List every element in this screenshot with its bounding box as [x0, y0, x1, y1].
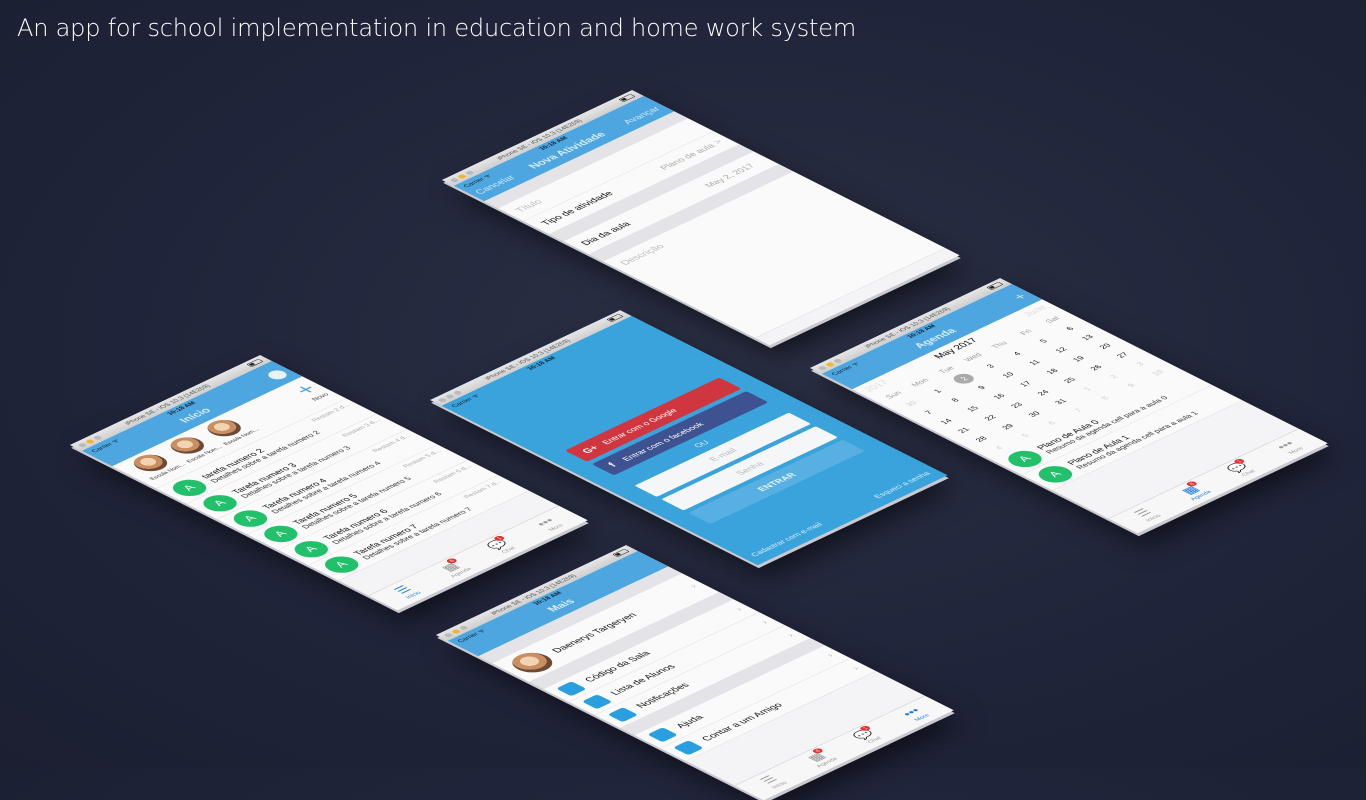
day-number: 21 — [955, 426, 972, 435]
day-number: 16 — [991, 392, 1008, 401]
day-number: 6 — [1045, 419, 1058, 426]
title-placeholder: Título — [512, 198, 546, 214]
day-number: 20 — [1096, 342, 1114, 351]
day-number: 30 — [902, 399, 920, 408]
day-number: 26 — [1087, 363, 1105, 372]
more-icon: ••• — [899, 706, 925, 719]
day-number: 29 — [999, 422, 1016, 431]
day-number: 18 — [1043, 367, 1061, 376]
day-number: 13 — [1079, 333, 1096, 342]
new-button[interactable]: + Novo — [287, 380, 338, 405]
day-number: 30 — [1026, 410, 1043, 418]
screen-nova-atividade: iPhone SE - iOS 10.3 (14E269) Carrier ᯤ1… — [442, 90, 960, 346]
signup-email-link[interactable]: Cadastrar com e-mail — [748, 521, 824, 557]
list-icon: ☰ — [757, 774, 781, 786]
screen-mais: iPhone SE - iOS 10.3 (14E269) Carrier ᯤ1… — [436, 545, 954, 800]
day-number: 3 — [984, 363, 997, 370]
chat-icon: 💬 — [850, 728, 879, 742]
chat-icon: 💬 — [1224, 461, 1253, 475]
facebook-icon: f — [605, 461, 620, 469]
menu-item-icon — [555, 681, 587, 697]
menu-item-icon — [647, 727, 678, 743]
chevron-right-icon: › — [732, 606, 746, 613]
day-number: 15 — [964, 404, 981, 413]
task-avatar: A — [317, 552, 365, 576]
menu-item-label: Ajuda — [673, 713, 707, 730]
day-number: 10 — [999, 371, 1017, 379]
day-number: 12 — [1052, 345, 1070, 354]
day-number: 2 — [1107, 373, 1120, 380]
day-number: 11 — [1026, 358, 1043, 367]
day-number: 8 — [1098, 394, 1111, 401]
chat-icon: 💬 — [484, 538, 513, 552]
chevron-right-icon: › — [849, 665, 863, 672]
day-number: 9 — [1125, 382, 1138, 389]
day-number: 23 — [1008, 401, 1025, 410]
day-number: 3 — [1133, 360, 1147, 367]
day-number: 4 — [1010, 350, 1024, 357]
day-number: 8 — [948, 397, 962, 404]
chevron-right-icon: › — [758, 618, 772, 626]
more-icon: ••• — [1273, 439, 1299, 452]
list-icon: ☰ — [391, 584, 415, 596]
headline: An app for school implementation in educ… — [17, 14, 856, 42]
day-number: 1 — [931, 388, 944, 395]
day-number: 27 — [1114, 351, 1131, 360]
google-plus-icon: G+ — [579, 443, 602, 455]
menu-item-icon — [581, 694, 613, 710]
day-number: 9 — [975, 384, 988, 391]
list-icon: ☰ — [1131, 507, 1155, 519]
day-number: 10 — [1149, 368, 1166, 377]
day-number: 31 — [1052, 397, 1069, 406]
menu-item-icon — [607, 707, 638, 723]
calendar-icon: ▦ — [438, 561, 463, 574]
day-number: 1 — [1081, 385, 1094, 392]
day-number: 7 — [1072, 407, 1085, 414]
chevron-right-icon: › — [783, 631, 797, 639]
day-number: 5 — [1019, 432, 1032, 439]
day-number: 5 — [1037, 338, 1050, 345]
day-number: 22 — [982, 413, 999, 422]
day-number: 24 — [1035, 388, 1052, 397]
agenda-avatar: A — [1031, 462, 1079, 486]
menu-item-icon — [672, 740, 704, 756]
day-number: 25 — [1061, 376, 1078, 385]
day-number: 14 — [938, 417, 955, 426]
day-number: 4 — [992, 444, 1005, 451]
day-number: 28 — [973, 435, 990, 444]
calendar-icon: ▦ — [1178, 484, 1203, 497]
day-number: 7 — [922, 409, 935, 416]
day-number: 17 — [1017, 379, 1034, 388]
day-number: 19 — [1070, 354, 1087, 363]
day-number: 6 — [1063, 325, 1076, 332]
more-icon: ••• — [533, 516, 559, 529]
forgot-password-link[interactable]: Esqueci a senha — [871, 470, 932, 499]
chevron-right-icon: › — [823, 652, 837, 659]
